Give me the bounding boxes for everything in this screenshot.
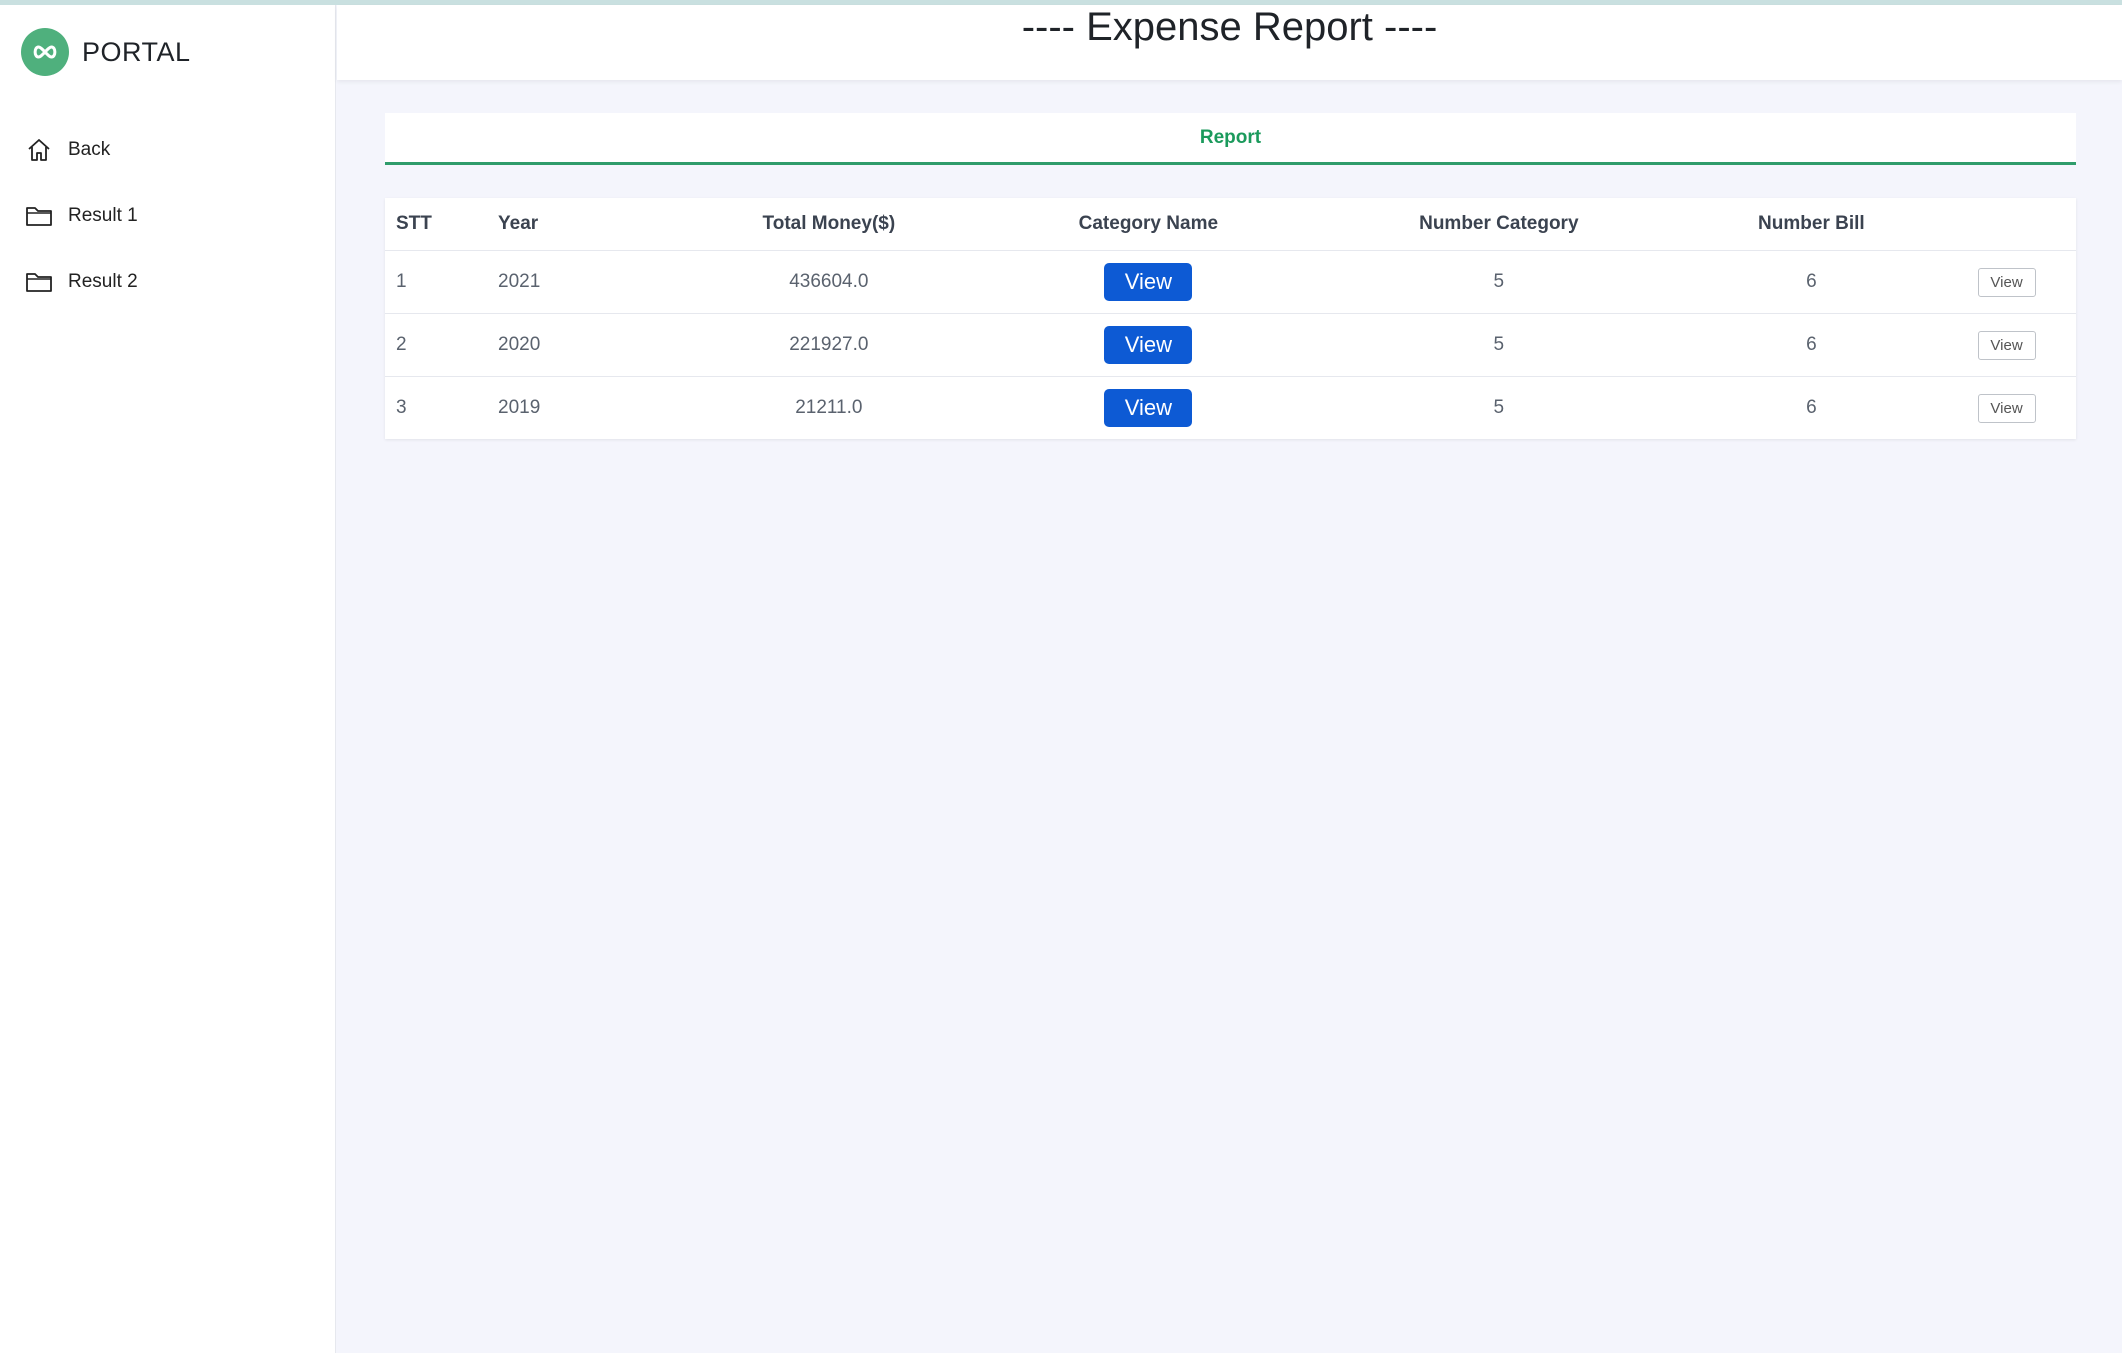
sidebar-item-label: Result 1 [68,205,138,226]
cell-number-bill: 6 [1685,250,1938,314]
cell-category-name: View [985,377,1312,440]
cell-number-bill: 6 [1685,313,1938,377]
sidebar-item-result-1[interactable]: Result 1 [0,183,335,249]
table-header-row: STT Year Total Money($) Category Name Nu… [385,198,2076,251]
cell-action: View [1937,377,2076,440]
cell-total-money: 21211.0 [795,397,863,418]
brand-name: PORTAL [82,36,191,67]
cell-category-name: View [984,250,1312,314]
column-header-year: Year [498,198,673,251]
cell-year: 2021 [498,250,673,314]
brand[interactable]: PORTAL [21,28,191,76]
table-row: 3 2019 21211.0 View 5 6 View [385,377,2076,440]
view-bill-button[interactable]: View [1977,393,2036,423]
folder-icon [24,201,54,231]
folder-icon [24,267,54,297]
cell-number-bill: 6 [1806,397,1817,418]
cell-category-name: View [984,313,1312,377]
cell-action: View [1937,313,2076,377]
cell-stt: 2 [385,313,498,377]
view-bill-button[interactable]: View [1977,267,2036,297]
cell-year: 2020 [498,313,673,377]
page-header: ---- Expense Report ---- [337,5,2122,80]
table-row: 2 2020 221927.0 View 5 6 View [385,313,2076,377]
cell-total-money: 436604.0 [673,250,985,314]
page-title: ---- Expense Report ---- [1021,4,1438,49]
cell-number-category: 5 [1311,250,1686,314]
tab-report[interactable]: Report [1200,127,1261,149]
sidebar: PORTAL Back Result 1 Result 2 [0,5,336,1353]
cell-stt: 1 [385,250,498,314]
column-header-action [1937,198,2076,251]
column-header-stt: STT [385,198,498,251]
sidebar-item-label: Back [68,139,111,160]
cell-year: 2019 [498,397,541,418]
sidebar-item-result-2[interactable]: Result 2 [0,249,335,315]
sidebar-item-label: Result 2 [68,271,138,292]
home-icon [24,135,54,165]
cell-stt: 3 [396,397,407,418]
view-category-button[interactable]: View [1104,389,1193,427]
cell-action: View [1937,250,2076,314]
tab-bar: Report [385,113,2076,165]
cell-number-category: 5 [1311,313,1686,377]
report-table: STT Year Total Money($) Category Name Nu… [385,198,2076,439]
view-bill-button[interactable]: View [1977,330,2036,360]
view-category-button[interactable]: View [1104,326,1193,364]
column-header-category-name: Category Name [984,198,1312,251]
column-header-total-money: Total Money($) [673,198,985,251]
cell-total-money: 221927.0 [673,313,985,377]
sidebar-nav: Back Result 1 Result 2 [0,117,335,315]
column-header-number-bill: Number Bill [1685,198,1938,251]
cell-number-category: 5 [1493,397,1505,418]
sidebar-item-back[interactable]: Back [0,117,335,183]
column-header-number-category: Number Category [1311,198,1686,251]
view-category-button[interactable]: View [1104,263,1193,301]
report-table-card: STT Year Total Money($) Category Name Nu… [385,198,2076,439]
infinity-icon [21,28,69,76]
table-row: 1 2021 436604.0 View 5 6 View [385,250,2076,314]
